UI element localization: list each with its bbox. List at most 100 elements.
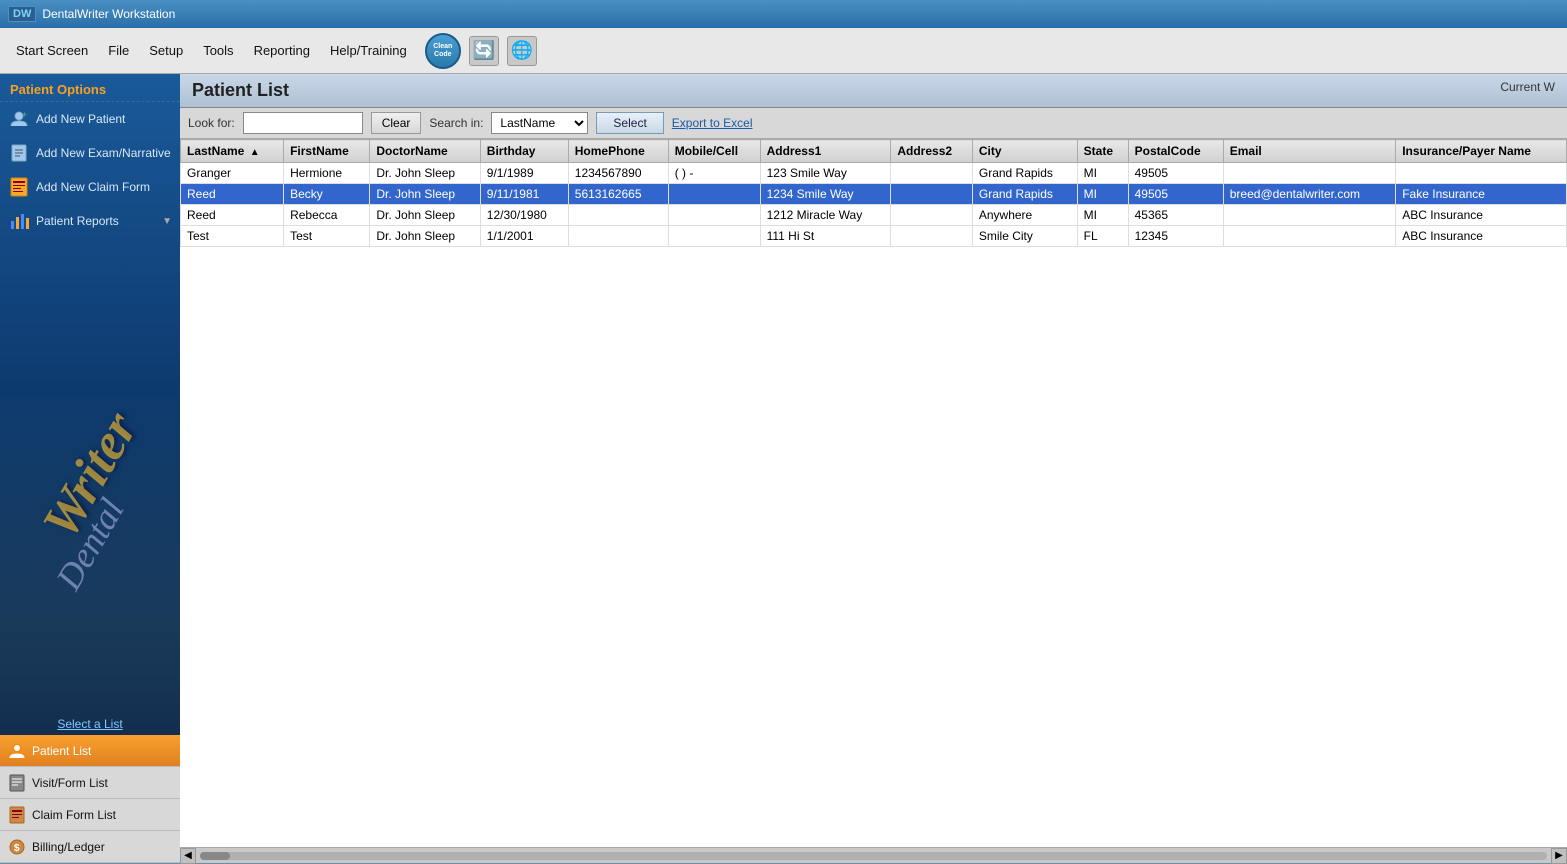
- table-cell: breed@dentalwriter.com: [1223, 184, 1395, 205]
- col-lastname[interactable]: LastName ▲: [181, 140, 284, 163]
- search-in-select[interactable]: LastName FirstName Birthday HomePhone Ci…: [491, 112, 588, 134]
- table-cell: [568, 205, 668, 226]
- dw-watermark: Writer Dental: [0, 238, 180, 713]
- table-cell: Dr. John Sleep: [370, 184, 480, 205]
- table-cell: MI: [1077, 205, 1128, 226]
- menu-bar: Start Screen File Setup Tools Reporting …: [0, 28, 1567, 74]
- table-cell: Anywhere: [972, 205, 1077, 226]
- table-cell: [668, 226, 760, 247]
- menu-help-training[interactable]: Help/Training: [322, 39, 415, 62]
- patient-table-body: GrangerHermioneDr. John Sleep9/1/1989123…: [181, 163, 1567, 247]
- table-row[interactable]: GrangerHermioneDr. John Sleep9/1/1989123…: [181, 163, 1567, 184]
- table-cell: [891, 163, 973, 184]
- col-address1[interactable]: Address1: [760, 140, 891, 163]
- visit-form-list-icon: [8, 774, 26, 792]
- main-layout: Patient Options + Add New Patient: [0, 74, 1567, 863]
- col-state[interactable]: State: [1077, 140, 1128, 163]
- table-cell: Dr. John Sleep: [370, 226, 480, 247]
- patient-reports-dropdown-icon: ▼: [162, 216, 172, 227]
- table-cell: Dr. John Sleep: [370, 163, 480, 184]
- menu-setup[interactable]: Setup: [141, 39, 191, 62]
- clean-code-button[interactable]: CleanCode: [425, 33, 461, 69]
- export-to-excel-link[interactable]: Export to Excel: [672, 116, 753, 130]
- col-city[interactable]: City: [972, 140, 1077, 163]
- menu-reporting[interactable]: Reporting: [246, 39, 318, 62]
- dw-logo: DW: [8, 6, 36, 22]
- sync-icon[interactable]: 🔄: [469, 36, 499, 66]
- patient-table-container[interactable]: LastName ▲ FirstName DoctorName Birthday…: [180, 139, 1567, 847]
- scroll-track[interactable]: [200, 852, 1547, 860]
- menu-file[interactable]: File: [100, 39, 137, 62]
- table-cell: 9/1/1989: [480, 163, 568, 184]
- table-cell: 1234567890: [568, 163, 668, 184]
- table-cell: [668, 205, 760, 226]
- patient-list-button[interactable]: Patient List: [0, 735, 180, 767]
- globe-icon[interactable]: 🌐: [507, 36, 537, 66]
- select-button[interactable]: Select: [596, 112, 663, 134]
- table-cell: 45365: [1128, 205, 1223, 226]
- table-cell: 1212 Miracle Way: [760, 205, 891, 226]
- content-header: Patient List Current W: [180, 74, 1567, 108]
- add-new-patient-button[interactable]: + Add New Patient: [0, 102, 180, 136]
- table-cell: 12345: [1128, 226, 1223, 247]
- patient-reports-button[interactable]: Patient Reports ▼: [0, 204, 180, 238]
- toolbar-row: Look for: Clear Search in: LastName Firs…: [180, 108, 1567, 139]
- col-postalcode[interactable]: PostalCode: [1128, 140, 1223, 163]
- table-cell: MI: [1077, 184, 1128, 205]
- table-cell: Dr. John Sleep: [370, 205, 480, 226]
- claim-form-list-button[interactable]: Claim Form List: [0, 799, 180, 831]
- table-cell: Grand Rapids: [972, 184, 1077, 205]
- menu-tools[interactable]: Tools: [195, 39, 241, 62]
- table-cell: [1396, 163, 1567, 184]
- col-doctorname[interactable]: DoctorName: [370, 140, 480, 163]
- look-for-input[interactable]: [243, 112, 363, 134]
- current-w-label: Current W: [1500, 80, 1555, 94]
- claim-icon: [8, 176, 30, 198]
- table-row[interactable]: TestTestDr. John Sleep1/1/2001111 Hi StS…: [181, 226, 1567, 247]
- title-bar: DW DentalWriter Workstation: [0, 0, 1567, 28]
- scroll-right-arrow[interactable]: ▶: [1551, 848, 1567, 864]
- page-title: Patient List: [192, 80, 289, 100]
- add-new-patient-label: Add New Patient: [36, 112, 125, 126]
- table-cell: Test: [284, 226, 370, 247]
- horizontal-scrollbar[interactable]: ◀ ▶: [180, 847, 1567, 863]
- claim-form-list-label: Claim Form List: [32, 808, 116, 822]
- select-list-label[interactable]: Select a List: [0, 713, 180, 735]
- col-address2[interactable]: Address2: [891, 140, 973, 163]
- table-cell: 1/1/2001: [480, 226, 568, 247]
- visit-form-list-button[interactable]: Visit/Form List: [0, 767, 180, 799]
- billing-ledger-icon: $: [8, 838, 26, 856]
- table-cell: [568, 226, 668, 247]
- table-cell: ABC Insurance: [1396, 205, 1567, 226]
- exam-icon: [8, 142, 30, 164]
- col-birthday[interactable]: Birthday: [480, 140, 568, 163]
- col-insurance[interactable]: Insurance/Payer Name: [1396, 140, 1567, 163]
- billing-ledger-button[interactable]: $ Billing/Ledger: [0, 831, 180, 863]
- claim-form-list-icon: [8, 806, 26, 824]
- table-row[interactable]: ReedBeckyDr. John Sleep9/11/198156131626…: [181, 184, 1567, 205]
- table-cell: [891, 184, 973, 205]
- sort-asc-icon: ▲: [250, 147, 260, 158]
- table-row[interactable]: ReedRebeccaDr. John Sleep12/30/19801212 …: [181, 205, 1567, 226]
- clear-button[interactable]: Clear: [371, 112, 422, 134]
- menu-start-screen[interactable]: Start Screen: [8, 39, 96, 62]
- sidebar: Patient Options + Add New Patient: [0, 74, 180, 863]
- table-cell: MI: [1077, 163, 1128, 184]
- table-cell: 9/11/1981: [480, 184, 568, 205]
- col-homephone[interactable]: HomePhone: [568, 140, 668, 163]
- table-cell: Becky: [284, 184, 370, 205]
- add-new-exam-button[interactable]: Add New Exam/Narrative: [0, 136, 180, 170]
- scroll-left-arrow[interactable]: ◀: [180, 848, 196, 864]
- table-cell: FL: [1077, 226, 1128, 247]
- table-cell: Smile City: [972, 226, 1077, 247]
- col-firstname[interactable]: FirstName: [284, 140, 370, 163]
- title-bar-text: DentalWriter Workstation: [42, 7, 175, 21]
- scroll-thumb[interactable]: [200, 852, 230, 860]
- table-cell: Reed: [181, 205, 284, 226]
- content-area: Patient List Current W Look for: Clear S…: [180, 74, 1567, 863]
- table-cell: [891, 226, 973, 247]
- col-email[interactable]: Email: [1223, 140, 1395, 163]
- col-mobilecell[interactable]: Mobile/Cell: [668, 140, 760, 163]
- table-cell: 49505: [1128, 163, 1223, 184]
- add-new-claim-button[interactable]: Add New Claim Form: [0, 170, 180, 204]
